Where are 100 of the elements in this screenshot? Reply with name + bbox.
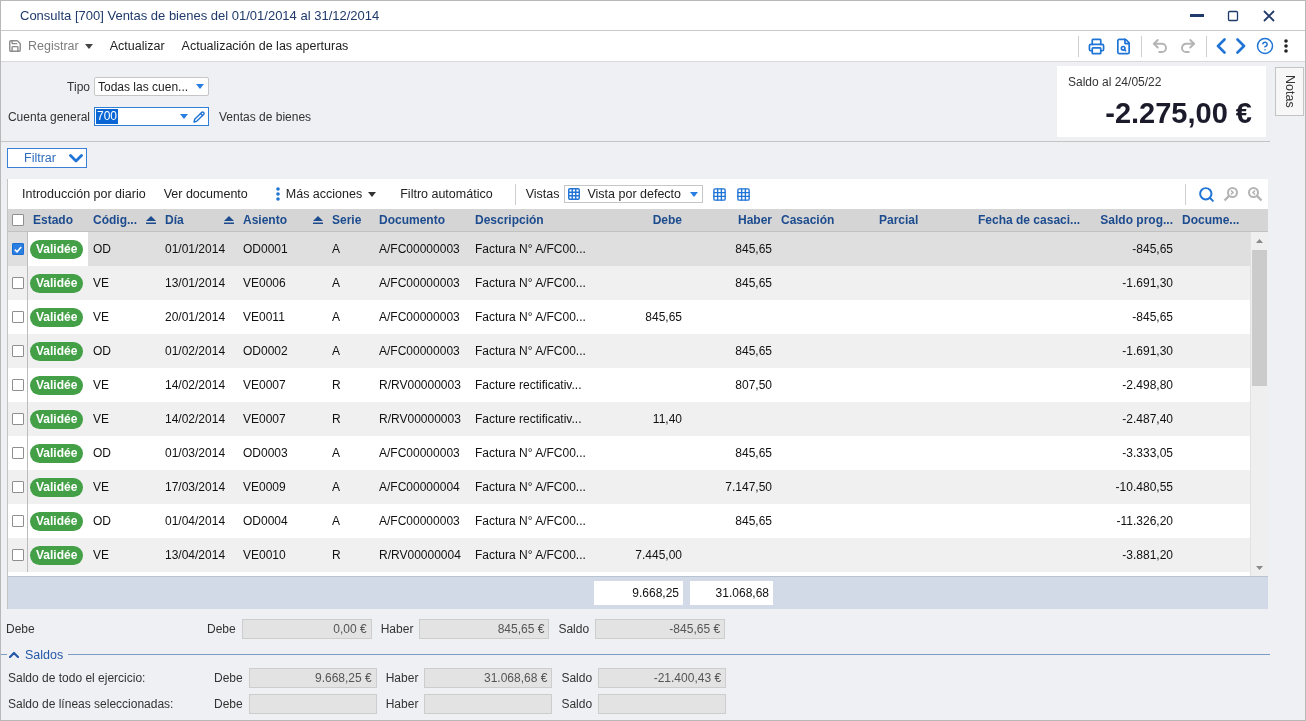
- table-cell-text: A/FC00000003: [378, 309, 461, 326]
- search-icon[interactable]: [1198, 185, 1215, 203]
- chevron-up-icon[interactable]: [9, 651, 19, 658]
- table-cell-text: Factura N° A/FC00...: [474, 309, 587, 326]
- filter-button[interactable]: Filtrar: [7, 148, 87, 168]
- table-row[interactable]: Validée OD 01/01/2014 OD0001 A A/FC00000003 Factura N° A/FC00... 845,65 -845,65: [8, 232, 1250, 266]
- column-header[interactable]: Descripción: [470, 209, 590, 231]
- table-row[interactable]: Validée OD 01/02/2014 OD0002 A A/FC00000003 Factura N° A/FC00... 845,65 -1.691,30: [8, 334, 1250, 368]
- column-header[interactable]: Debe: [590, 209, 686, 231]
- table-cell-text: Factura N° A/FC00...: [474, 513, 587, 530]
- row-checkbox[interactable]: [11, 311, 24, 323]
- caret-icon[interactable]: [180, 114, 188, 119]
- table-cell-text: A: [331, 241, 341, 258]
- scrollbar-thumb[interactable]: [1252, 250, 1267, 386]
- table-row[interactable]: Validée VE 14/02/2014 VE0007 R R/RV00000003 Facture rectificativ... 11,40 -2.487,40: [8, 402, 1250, 436]
- table-cell-text: R/RV00000003: [378, 377, 462, 394]
- column-header[interactable]: Saldo prog...: [1086, 209, 1177, 231]
- table-cell-text: R: [331, 411, 342, 428]
- table-row[interactable]: Validée VE 13/04/2014 VE0010 R R/RV00000004 Factura N° A/FC00... 7.445,00 -3.881,20: [8, 538, 1250, 572]
- type-select[interactable]: Todas las cuen...: [94, 77, 209, 96]
- scroll-up-icon[interactable]: [1256, 238, 1263, 243]
- status-badge: Validée: [30, 375, 84, 395]
- section-title[interactable]: Saldos: [25, 647, 64, 662]
- column-header[interactable]: Docume...: [1177, 209, 1250, 231]
- more-icon[interactable]: [1284, 39, 1288, 53]
- row-checkbox[interactable]: [11, 515, 24, 527]
- status-badge: Validée: [30, 477, 84, 497]
- column-header[interactable]: Fecha de casaci...: [973, 209, 1086, 231]
- table-row[interactable]: Validée VE 13/01/2014 VE0006 A A/FC00000003 Factura N° A/FC00... 845,65 -1.691,30: [8, 266, 1250, 300]
- account-field[interactable]: 700: [94, 107, 209, 126]
- close-icon[interactable]: [1263, 9, 1275, 22]
- field-label: Saldo: [561, 697, 593, 711]
- table-row[interactable]: Validée VE 17/03/2014 VE0009 A A/FC00000004 Factura N° A/FC00... 7.147,50 -10.480,55: [8, 470, 1250, 504]
- toolbar-button[interactable]: Filtro automático: [400, 187, 493, 201]
- column-header[interactable]: Serie: [327, 209, 374, 231]
- maximize-icon[interactable]: [1227, 9, 1239, 22]
- table-cell-text: A/FC00000003: [378, 241, 461, 258]
- sort-arrow-icon: [313, 216, 323, 224]
- column-header[interactable]: Códig...: [88, 209, 160, 231]
- column-header[interactable]: Asiento: [238, 209, 327, 231]
- notes-tab[interactable]: Notas: [1275, 67, 1304, 116]
- chevron-left-icon[interactable]: [1216, 38, 1226, 54]
- amount-field: 845,65 €: [419, 619, 550, 639]
- scroll-down-icon[interactable]: [1256, 565, 1263, 570]
- row-checkbox[interactable]: [11, 447, 24, 459]
- table-cell-text: 01/01/2014: [164, 241, 227, 258]
- table-cell-text: OD: [92, 445, 112, 462]
- select-all-checkbox[interactable]: [12, 214, 24, 226]
- column-header[interactable]: Documento: [374, 209, 470, 231]
- table-cell-text: A: [331, 275, 341, 292]
- table-cell-text: A/FC00000003: [378, 513, 461, 530]
- toolbar-button[interactable]: Introducción por diario: [22, 187, 146, 201]
- view-select[interactable]: Vista por defecto: [564, 185, 704, 203]
- caret-icon: [690, 191, 699, 197]
- toolbar-button[interactable]: Actualización de las aperturas: [181, 39, 349, 53]
- row-checkbox[interactable]: [11, 413, 24, 425]
- table-cell-text: A: [331, 343, 341, 360]
- amount-field: -845,65 €: [595, 619, 726, 639]
- column-header[interactable]: Estado: [28, 209, 88, 231]
- summary-label: Debe: [6, 622, 36, 636]
- table-cell-text: VE0010: [242, 547, 287, 564]
- row-checkbox[interactable]: [11, 243, 24, 255]
- column-header[interactable]: Casación: [776, 209, 874, 231]
- row-checkbox[interactable]: [11, 345, 24, 357]
- table-cell-text: -3.881,20: [1121, 547, 1174, 564]
- table-cell-text: VE: [92, 309, 110, 326]
- table-cell-text: OD: [92, 343, 112, 360]
- table-cell-text: A: [331, 513, 341, 530]
- row-checkbox[interactable]: [11, 379, 24, 391]
- status-badge: Validée: [30, 545, 84, 565]
- grid-icon[interactable]: [712, 186, 728, 202]
- chevron-right-icon[interactable]: [1236, 38, 1246, 54]
- table-cell-text: VE: [92, 479, 110, 496]
- column-header[interactable]: Haber: [686, 209, 776, 231]
- field-label: Debe: [214, 697, 243, 711]
- document-search-icon[interactable]: [1115, 37, 1132, 55]
- field-label: Debe: [214, 671, 243, 685]
- row-checkbox[interactable]: [11, 549, 24, 561]
- printer-icon[interactable]: [1088, 37, 1105, 55]
- table-cell-text: 17/03/2014: [164, 479, 227, 496]
- row-checkbox[interactable]: [11, 481, 24, 493]
- field-label: Saldo: [558, 622, 590, 636]
- table-cell-text: Factura N° A/FC00...: [474, 547, 587, 564]
- field-label: Tipo: [67, 79, 90, 94]
- column-header[interactable]: Día: [160, 209, 238, 231]
- grid-icon: [567, 187, 582, 201]
- grid-icon[interactable]: [736, 186, 752, 202]
- field-label: Saldo: [561, 671, 593, 685]
- help-icon[interactable]: [1256, 37, 1274, 55]
- toolbar-button[interactable]: Más acciones: [275, 187, 377, 201]
- column-header[interactable]: Parcial: [874, 209, 973, 231]
- table-cell-text: VE0009: [242, 479, 287, 496]
- toolbar-button[interactable]: Ver documento: [163, 187, 248, 201]
- row-checkbox[interactable]: [11, 277, 24, 289]
- pencil-icon[interactable]: [193, 110, 205, 123]
- status-badge: Validée: [30, 307, 84, 327]
- table-cell-text: 7.147,50: [724, 479, 773, 496]
- table-cell-text: 845,65: [734, 513, 773, 530]
- toolbar-button[interactable]: Actualizar: [109, 39, 165, 53]
- table-cell-text: R/RV00000003: [378, 411, 462, 428]
